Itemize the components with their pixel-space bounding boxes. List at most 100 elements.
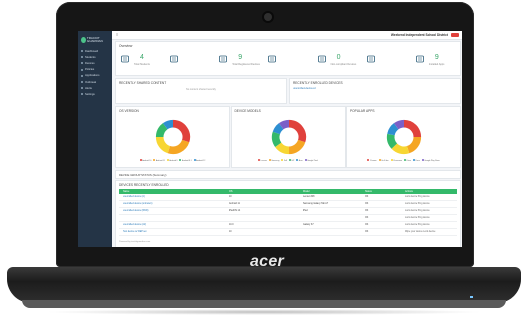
overview-stat[interactable]: 4 Total Students	[116, 52, 165, 72]
donut-chart-popular-apps[interactable]	[385, 118, 423, 156]
overview-stat[interactable]: 9 Total Registered Devices	[214, 52, 263, 72]
legend-item[interactable]: Acer	[296, 159, 303, 162]
legend-item[interactable]: Chrome	[367, 159, 377, 162]
table-row[interactable]: OK Lock device Ping device	[119, 215, 457, 222]
device-os: Android 11	[229, 202, 240, 205]
overview-stat[interactable]	[362, 52, 411, 72]
stat-label: Non-compliant Devices	[330, 63, 357, 66]
donut-slice-drive[interactable]	[386, 133, 398, 149]
devices-table-title: DEVICES RECENTLY ENROLLED	[119, 183, 169, 187]
device-actions[interactable]: Lock device Ping device	[405, 196, 430, 198]
webcam	[264, 13, 272, 21]
chart-legend: Chrome YouTube Classroom Drive Docs Google Pl…	[349, 159, 458, 162]
nav-bullet-icon	[81, 87, 83, 90]
legend-item[interactable]: Docs	[412, 159, 420, 162]
legend-item[interactable]: YouTube	[378, 159, 389, 162]
legend-item[interactable]: Android 12	[193, 159, 205, 162]
legend-item[interactable]: HP	[289, 159, 294, 162]
col-header-os[interactable]: OS	[229, 190, 232, 193]
sidebar-item-settings[interactable]: Settings	[78, 91, 112, 97]
donut-slice-google-play-store[interactable]	[393, 119, 405, 130]
legend-item[interactable]: Android 8.1	[179, 159, 192, 162]
donut-slice-samsung[interactable]	[288, 139, 305, 155]
donut-slice-docs[interactable]	[387, 123, 399, 136]
donut-slice-lenovo[interactable]	[288, 119, 306, 143]
device-os: 10	[229, 195, 232, 198]
device-actions[interactable]: Lock device Ping device	[405, 224, 430, 226]
device-os: 10.0	[229, 223, 234, 226]
legend-item[interactable]: Google Pixel	[304, 159, 318, 162]
donut-slice-android-9[interactable]	[155, 136, 171, 154]
logout-button[interactable]	[451, 32, 459, 37]
device-name-link[interactable]: unenrolled device (unknown)	[123, 203, 152, 205]
device-actions[interactable]: Wipe your device Lock device	[405, 231, 435, 233]
legend-item[interactable]: Lenovo	[258, 159, 267, 162]
device-name-link[interactable]: unenrolled device (A)	[123, 196, 145, 198]
donut-slice-hp[interactable]	[271, 131, 282, 148]
recently-enrolled-link[interactable]: unenrolled-device-id	[293, 87, 316, 90]
legend-item[interactable]: Google Play Store	[421, 159, 440, 162]
table-row[interactable]: unenrolled device (IPAD) iPadOS 14 iPad OK L…	[119, 208, 457, 215]
donut-slice-android-10[interactable]	[172, 119, 191, 143]
overview-stat[interactable]	[263, 52, 312, 72]
donut-slice-android-11[interactable]	[167, 139, 190, 155]
legend-label: Android 9	[169, 160, 178, 162]
legend-item[interactable]: Dell	[281, 159, 287, 162]
device-name-link[interactable]: Test device w/ DEP set	[123, 231, 146, 233]
table-row[interactable]: unenrolled device (unknown) Android 11 Sam…	[119, 201, 457, 208]
legend-item[interactable]: Android 10	[139, 159, 151, 162]
truck-icon	[268, 55, 277, 63]
policy-icon	[366, 55, 375, 63]
donut-slice-acer[interactable]	[272, 123, 284, 135]
donut-slice-android-8.1[interactable]	[155, 123, 168, 138]
chart-legend: Lenovo Samsung Dell HP Acer Google Pixel	[234, 159, 343, 162]
overview-stat[interactable]	[165, 52, 214, 72]
col-header-status[interactable]: Status	[365, 190, 372, 193]
chart-title: POPULAR APPS	[350, 109, 375, 113]
alerts-icon	[317, 55, 326, 63]
sidebar-item-label: Outbreak	[85, 80, 97, 84]
hamburger-icon[interactable]: ≡	[116, 33, 118, 37]
col-header-name[interactable]: Name	[123, 190, 129, 193]
devices-icon	[219, 55, 228, 63]
table-row[interactable]: unenrolled device (A) 10 Lenovo M8 OK Lock d…	[119, 194, 457, 201]
organization-selector[interactable]: Weekend Independent School District	[391, 33, 448, 37]
donut-chart-device-models[interactable]	[270, 118, 308, 156]
donut-slice-youtube[interactable]	[406, 136, 422, 154]
donut-slice-classroom[interactable]	[391, 143, 410, 155]
donut-slice-dell[interactable]	[274, 142, 289, 155]
legend-item[interactable]: Classroom	[390, 159, 402, 162]
legend-item[interactable]: Android 9	[166, 159, 178, 162]
donut-slice-chrome[interactable]	[403, 119, 422, 138]
apps-icon	[415, 55, 424, 63]
device-name-link[interactable]: unenrolled device (A2)	[123, 224, 146, 226]
device-actions[interactable]: Lock device Ping device	[405, 217, 430, 219]
legend-label: Lenovo	[260, 160, 267, 162]
legend-item[interactable]: Android 11	[153, 159, 165, 162]
donut-slice-google-pixel[interactable]	[278, 119, 289, 130]
device-name-link[interactable]: unenrolled device (IPAD)	[123, 210, 148, 212]
donut-chart-os-version[interactable]	[154, 118, 192, 156]
stat-value: 9	[434, 54, 439, 61]
legend-label: Google Pixel	[307, 160, 318, 162]
legend-label: Chrome	[369, 160, 377, 162]
col-header-model[interactable]: Model	[303, 190, 310, 193]
legend-label: Acer	[298, 160, 303, 162]
chart-title: OS VERSION	[119, 109, 139, 113]
overview-stat[interactable]: 0 Non-compliant Devices	[313, 52, 362, 72]
device-actions[interactable]: Lock device Ping device	[405, 210, 430, 212]
recently-shared-card: RECENTLY SHARED CONTENT No content share…	[115, 78, 287, 104]
device-group-status-label: DEVICE GROUP STATUS (Summary)	[119, 173, 167, 177]
brand-logo[interactable]: TRACKIT GUARDIAN	[81, 34, 111, 46]
overview-stat[interactable]: 9 Installed Apps	[411, 52, 460, 72]
table-row[interactable]: Test device w/ DEP set 10 OK Wipe your devi…	[119, 229, 457, 236]
device-actions[interactable]: Lock device Ping device	[405, 203, 430, 205]
device-model: Samsung Galaxy Tab A7	[303, 202, 329, 205]
legend-item[interactable]: Drive	[404, 159, 411, 162]
sidebar-nav: Dashboard Students Devices Policies Applicat…	[78, 48, 112, 98]
table-row[interactable]: unenrolled device (A2) 10.0 Galaxy S7 OK Loc…	[119, 222, 457, 229]
device-status: OK	[365, 209, 369, 212]
legend-item[interactable]: Samsung	[268, 159, 279, 162]
donut-slice-android-12[interactable]	[162, 119, 174, 130]
stat-label: Total Students	[134, 63, 150, 66]
